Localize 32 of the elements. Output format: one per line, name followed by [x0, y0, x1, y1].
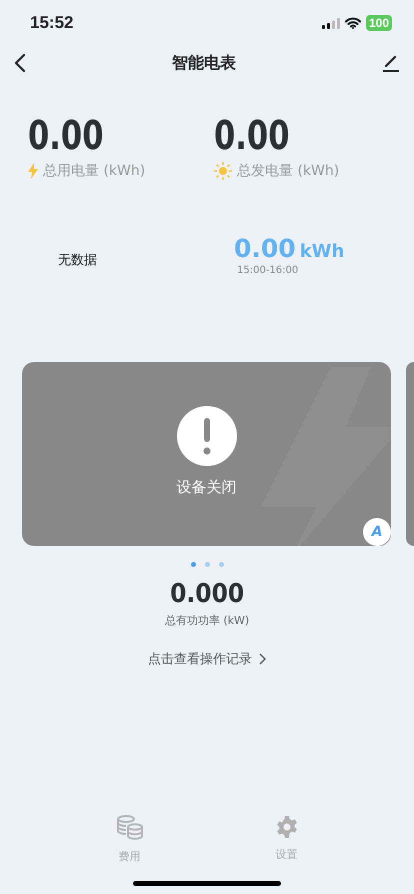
- status-time: 15:52: [30, 13, 74, 33]
- power-value: 0.000: [170, 579, 244, 609]
- sun-icon: [214, 162, 232, 180]
- page-dot[interactable]: [204, 562, 210, 567]
- total-value: 0.00: [214, 114, 290, 158]
- signal-icon: [322, 18, 340, 28]
- time-period: 15:00-16:00: [236, 265, 300, 276]
- total-label: 总用电量 (kWh): [43, 162, 146, 180]
- warning-icon: [176, 406, 236, 466]
- total-label: 总发电量 (kWh): [237, 162, 340, 180]
- settings-icon[interactable]: [274, 815, 298, 839]
- lightning-icon: [28, 163, 38, 179]
- total-value: 0.00: [28, 114, 104, 158]
- battery-level: 100: [366, 15, 392, 31]
- no-data-text: 无数据: [57, 252, 98, 269]
- tab-label[interactable]: 设置: [276, 847, 298, 862]
- log-link[interactable]: 点击查看操作记录: [148, 650, 266, 668]
- energy-reading: 0.00: [234, 234, 296, 263]
- device-card[interactable]: 设备关闭 A: [22, 362, 391, 546]
- tab-label[interactable]: 费用: [118, 849, 140, 864]
- page-dot[interactable]: [218, 562, 224, 567]
- power-label: 总有功功率 (kW): [164, 613, 250, 628]
- wifi-icon: [344, 17, 361, 29]
- back-icon[interactable]: [14, 53, 26, 73]
- coins-icon[interactable]: [116, 815, 144, 841]
- device-status: 设备关闭: [176, 478, 236, 496]
- mode-badge[interactable]: A: [363, 518, 391, 546]
- page-dot[interactable]: [190, 562, 196, 567]
- edit-icon[interactable]: [382, 54, 400, 72]
- chevron-right-icon: [258, 653, 266, 665]
- energy-unit: kWh: [300, 241, 344, 262]
- page-title: 智能电表: [172, 52, 236, 74]
